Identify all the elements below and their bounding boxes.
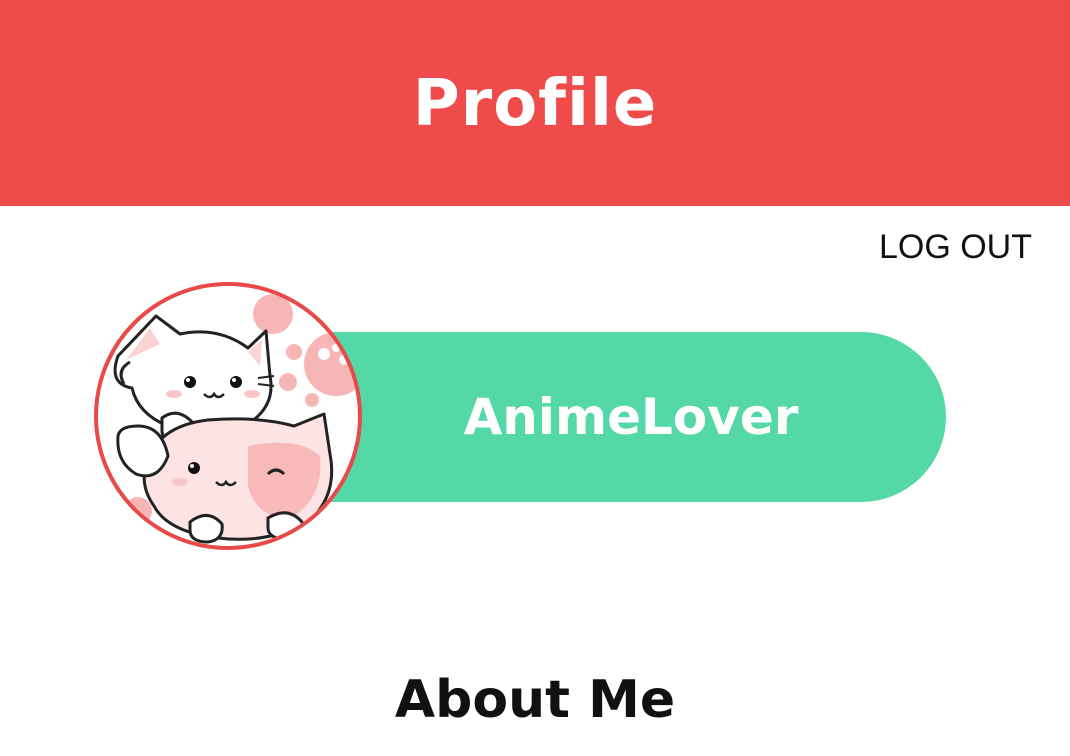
username-banner: AnimeLover <box>300 332 946 502</box>
about-me-heading: About Me <box>394 670 676 730</box>
app-header: Profile <box>0 0 1070 206</box>
page-title: Profile <box>412 67 658 141</box>
username-label: AnimeLover <box>463 388 799 446</box>
logout-button[interactable]: LOG OUT <box>879 228 1032 267</box>
kawaii-cats-icon <box>112 294 358 544</box>
profile-avatar[interactable] <box>94 282 362 550</box>
